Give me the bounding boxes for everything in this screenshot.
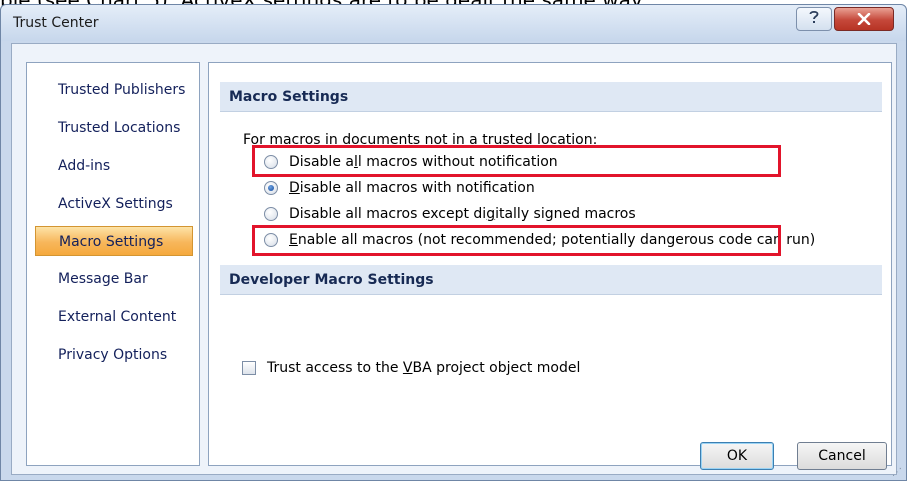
settings-panel: Macro Settings For macros in documents n… [208,62,892,466]
sidebar-item-trusted-locations[interactable]: Trusted Locations [35,113,193,143]
sidebar-item-add-ins[interactable]: Add-ins [35,151,193,181]
dialog-body: Trusted Publishers Trusted Locations Add… [11,43,897,475]
sidebar-item-external-content[interactable]: External Content [35,302,193,332]
cancel-button[interactable]: Cancel [797,442,887,470]
radio-disable-except-signed[interactable]: Disable all macros except digitally sign… [264,203,636,225]
help-button[interactable] [796,7,832,31]
highlight-box [252,225,781,256]
window-title: Trust Center [13,15,99,31]
sidebar-item-activex-settings[interactable]: ActiveX Settings [35,189,193,219]
radio-label: Disable all macros with notification [289,180,535,196]
sidebar-item-trusted-publishers[interactable]: Trusted Publishers [35,75,193,105]
sidebar-nav: Trusted Publishers Trusted Locations Add… [26,62,200,466]
trust-vba-checkbox-row[interactable]: Trust access to the VBA project object m… [242,357,580,379]
close-button[interactable] [834,7,894,31]
radio-disable-with-notification[interactable]: Disable all macros with notification [264,177,535,199]
trust-center-dialog: Trust Center Trusted Publishers Trusted … [0,4,907,481]
ok-button[interactable]: OK [700,442,774,470]
sidebar-item-message-bar[interactable]: Message Bar [35,264,193,294]
checkbox-label: Trust access to the VBA project object m… [267,360,581,376]
resize-grip-icon[interactable]: ⋰ [892,467,902,478]
developer-settings-header: Developer Macro Settings [220,265,882,295]
macro-settings-header: Macro Settings [220,82,882,112]
sidebar-item-macro-settings[interactable]: Macro Settings [35,226,193,256]
checkbox[interactable] [242,361,256,375]
radio-label: Disable all macros except digitally sign… [289,206,636,222]
sidebar-item-privacy-options[interactable]: Privacy Options [35,340,193,370]
radio-button-selected[interactable] [264,181,278,195]
close-icon [857,10,871,29]
title-bar: Trust Center [1,5,906,41]
question-icon [808,9,820,29]
highlight-box [252,145,781,177]
radio-button[interactable] [264,207,278,221]
